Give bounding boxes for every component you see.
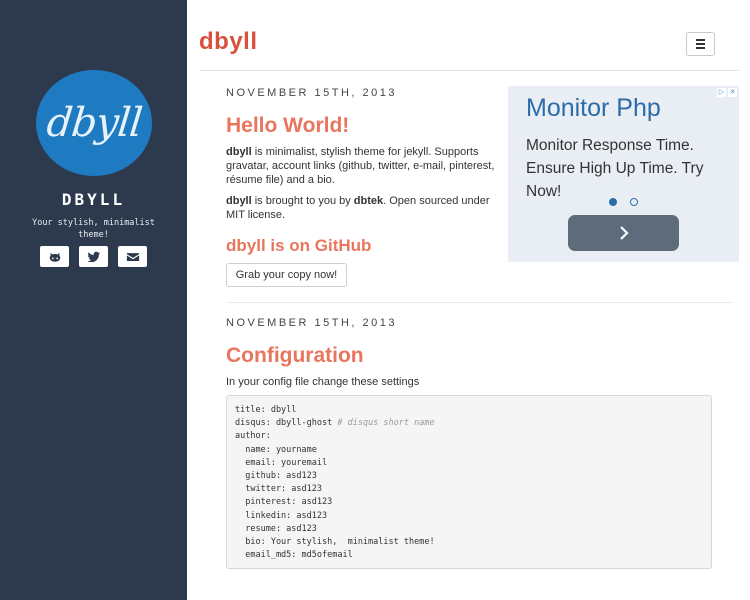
- twitter-link[interactable]: [79, 246, 108, 267]
- social-links: [40, 246, 147, 267]
- site-name[interactable]: DBYLL: [0, 190, 187, 209]
- ad-next-button[interactable]: [568, 215, 679, 251]
- code-text: bio: Your stylish, minimalist theme!: [235, 537, 435, 548]
- menu-icon-bar: [696, 43, 705, 45]
- code-text: email: youremail: [235, 457, 328, 468]
- code-line: author:: [235, 430, 703, 443]
- code-line: linkedin: asd123: [235, 510, 703, 523]
- code-line: twitter: asd123: [235, 483, 703, 496]
- code-block: title: dbyll disqus: dbyll-ghost # disqus…: [226, 395, 712, 569]
- post-divider: [226, 302, 734, 303]
- code-text: email_md5: md5ofemail: [235, 550, 353, 561]
- site-bio: Your stylish, minimalist theme!: [32, 218, 155, 240]
- post-title[interactable]: Configuration: [226, 344, 364, 368]
- github-icon: [49, 252, 60, 262]
- post-date: NOVEMBER 15TH, 2013: [226, 87, 397, 99]
- ad-close-icon[interactable]: ✕: [728, 88, 737, 97]
- code-text: name: yourname: [235, 444, 317, 455]
- ad-page-dot[interactable]: [609, 198, 617, 206]
- code-text: resume: asd123: [235, 523, 317, 534]
- code-text: twitter: asd123: [235, 484, 322, 495]
- github-link[interactable]: [40, 246, 69, 267]
- code-line: pinterest: asd123: [235, 496, 703, 509]
- paragraph-text: is brought to you by: [251, 195, 354, 207]
- author-link[interactable]: dbtek: [354, 195, 383, 207]
- code-line: resume: asd123: [235, 523, 703, 536]
- bold-text: dbyll: [226, 195, 252, 207]
- menu-button[interactable]: [686, 32, 715, 56]
- code-text: disqus: dbyll-ghost: [235, 418, 338, 429]
- post-title[interactable]: Hello World!: [226, 114, 349, 138]
- email-icon: [126, 252, 139, 261]
- code-text: author:: [235, 431, 271, 442]
- avatar-text: dbyll: [44, 100, 144, 146]
- post-paragraph: dbyll is brought to you by dbtek. Open s…: [226, 194, 498, 222]
- code-text: pinterest: asd123: [235, 497, 333, 508]
- grab-copy-button[interactable]: Grab your copy now!: [226, 263, 347, 287]
- twitter-icon: [86, 251, 100, 262]
- post-paragraph: In your config file change these setting…: [226, 376, 420, 388]
- ad-choices-icon[interactable]: ▷: [717, 88, 726, 97]
- code-text: linkedin: asd123: [235, 510, 328, 521]
- ad-banner[interactable]: ▷ ✕ Monitor Php Monitor Response Time. E…: [508, 86, 739, 262]
- ad-badge[interactable]: ▷ ✕: [717, 88, 737, 97]
- code-line: name: yourname: [235, 444, 703, 457]
- code-line: email_md5: md5ofemail: [235, 549, 703, 562]
- email-link[interactable]: [118, 246, 147, 267]
- brand-logo[interactable]: dbyll: [199, 28, 258, 56]
- post-paragraph: dbyll is minimalist, stylish theme for j…: [226, 145, 498, 187]
- ad-title[interactable]: Monitor Php: [526, 94, 661, 123]
- code-text: github: asd123: [235, 471, 317, 482]
- code-line: title: dbyll: [235, 404, 703, 417]
- section-subtitle: dbyll is on GitHub: [226, 236, 372, 255]
- paragraph-text: is minimalist, stylish theme for jekyll.…: [226, 146, 495, 186]
- ad-page-dot[interactable]: [630, 198, 638, 206]
- code-line: disqus: dbyll-ghost # disqus short name: [235, 417, 703, 430]
- menu-icon-bar: [696, 39, 705, 41]
- header-divider: [199, 70, 739, 71]
- code-text: title: dbyll: [235, 405, 297, 415]
- code-line: github: asd123: [235, 470, 703, 483]
- avatar[interactable]: dbyll: [36, 70, 152, 176]
- sidebar: dbyll DBYLL Your stylish, minimalist the…: [0, 0, 187, 600]
- code-line: email: youremail: [235, 457, 703, 470]
- ad-text: Monitor Response Time. Ensure High Up Ti…: [526, 137, 704, 200]
- ad-pagination: [609, 198, 638, 206]
- code-comment: # disqus short name: [337, 418, 435, 429]
- menu-icon-bar: [696, 47, 705, 49]
- bold-text: dbyll: [226, 146, 252, 158]
- code-line: bio: Your stylish, minimalist theme!: [235, 536, 703, 549]
- chevron-right-icon: [619, 226, 629, 240]
- post-date: NOVEMBER 15TH, 2013: [226, 317, 397, 329]
